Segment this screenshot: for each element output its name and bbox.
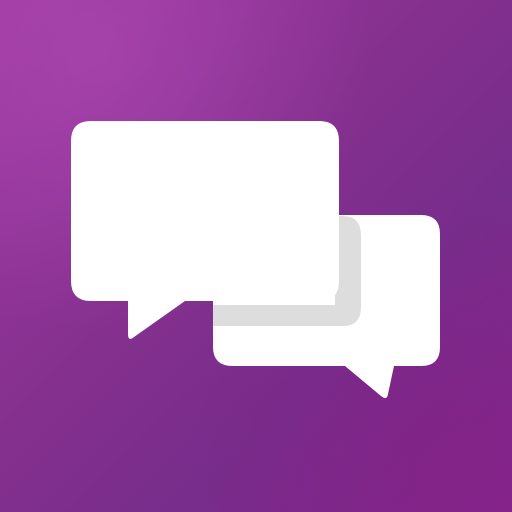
chat-bubbles-icon: [71, 121, 440, 399]
app-icon-background: [0, 0, 512, 512]
